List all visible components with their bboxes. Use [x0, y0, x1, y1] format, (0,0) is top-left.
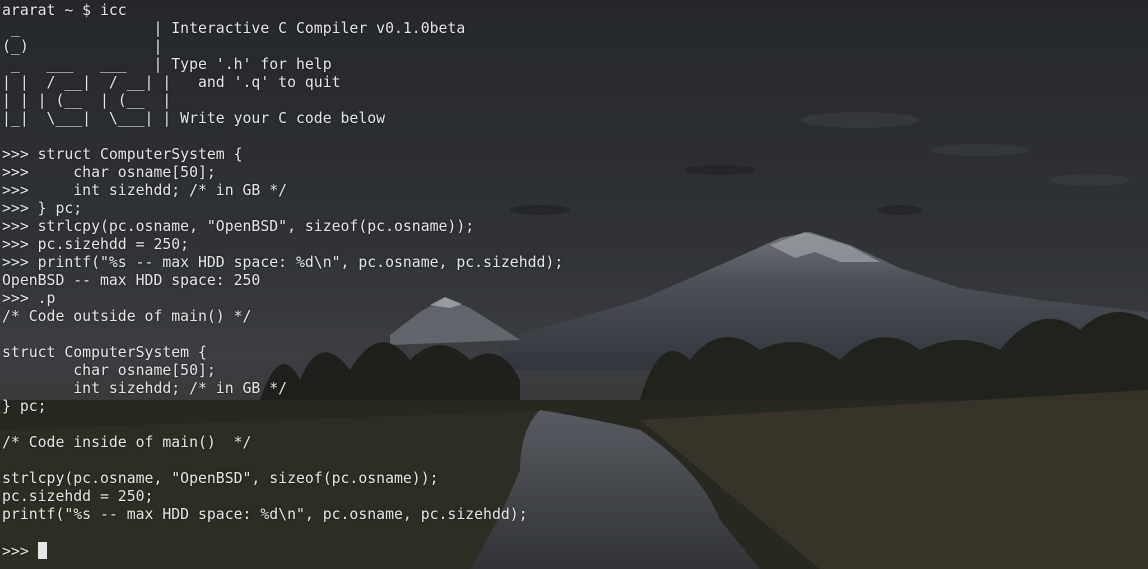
repl-input-line: >>> int sizehdd; /* in GB */ [2, 182, 288, 199]
code-listing-line: /* Code inside of main() */ [2, 434, 252, 451]
code-listing-line: struct ComputerSystem { [2, 344, 207, 361]
prompt-text: >>> [2, 543, 38, 560]
repl-input-line: >>> .p [2, 290, 56, 307]
icc-banner-line: (_) | [2, 38, 163, 55]
repl-input-line: >>> struct ComputerSystem { [2, 146, 243, 163]
code-listing-line: pc.sizehdd = 250; [2, 488, 154, 505]
icc-banner-line: | | | (__ | (__ | [2, 92, 172, 109]
text-cursor[interactable] [37, 542, 47, 559]
repl-input-line: >>> printf("%s -- max HDD space: %d\n", … [2, 254, 564, 271]
icc-banner-line: _ ___ ___ | Type '.h' for help [2, 56, 332, 73]
code-listing-line: strlcpy(pc.osname, "OpenBSD", sizeof(pc.… [2, 470, 439, 487]
code-listing-line: /* Code outside of main() */ [2, 308, 252, 325]
program-output-line: OpenBSD -- max HDD space: 250 [2, 272, 261, 289]
code-listing-line: char osname[50]; [2, 362, 216, 379]
shell-command-line: ararat ~ $ icc [2, 2, 127, 19]
icc-banner-line: | | / __| / __| | and '.q' to quit [2, 74, 341, 91]
icc-banner-line: _ | Interactive C Compiler v0.1.0beta [2, 20, 466, 37]
icc-banner-line: |_| \___| \___| | Write your C code belo… [2, 110, 386, 127]
terminal-output[interactable]: ararat ~ $ icc _ | Interactive C Compile… [2, 2, 563, 560]
repl-input-line: >>> char osname[50]; [2, 164, 216, 181]
code-listing-line: int sizehdd; /* in GB */ [2, 380, 288, 397]
terminal-window[interactable]: ararat ~ $ icc _ | Interactive C Compile… [0, 0, 1148, 569]
repl-input-line: >>> } pc; [2, 200, 83, 217]
active-prompt-line[interactable]: >>> [2, 542, 563, 560]
repl-input-line: >>> pc.sizehdd = 250; [2, 236, 190, 253]
code-listing-line: printf("%s -- max HDD space: %d\n", pc.o… [2, 506, 528, 523]
code-listing-line: } pc; [2, 398, 47, 415]
repl-input-line: >>> strlcpy(pc.osname, "OpenBSD", sizeof… [2, 218, 475, 235]
